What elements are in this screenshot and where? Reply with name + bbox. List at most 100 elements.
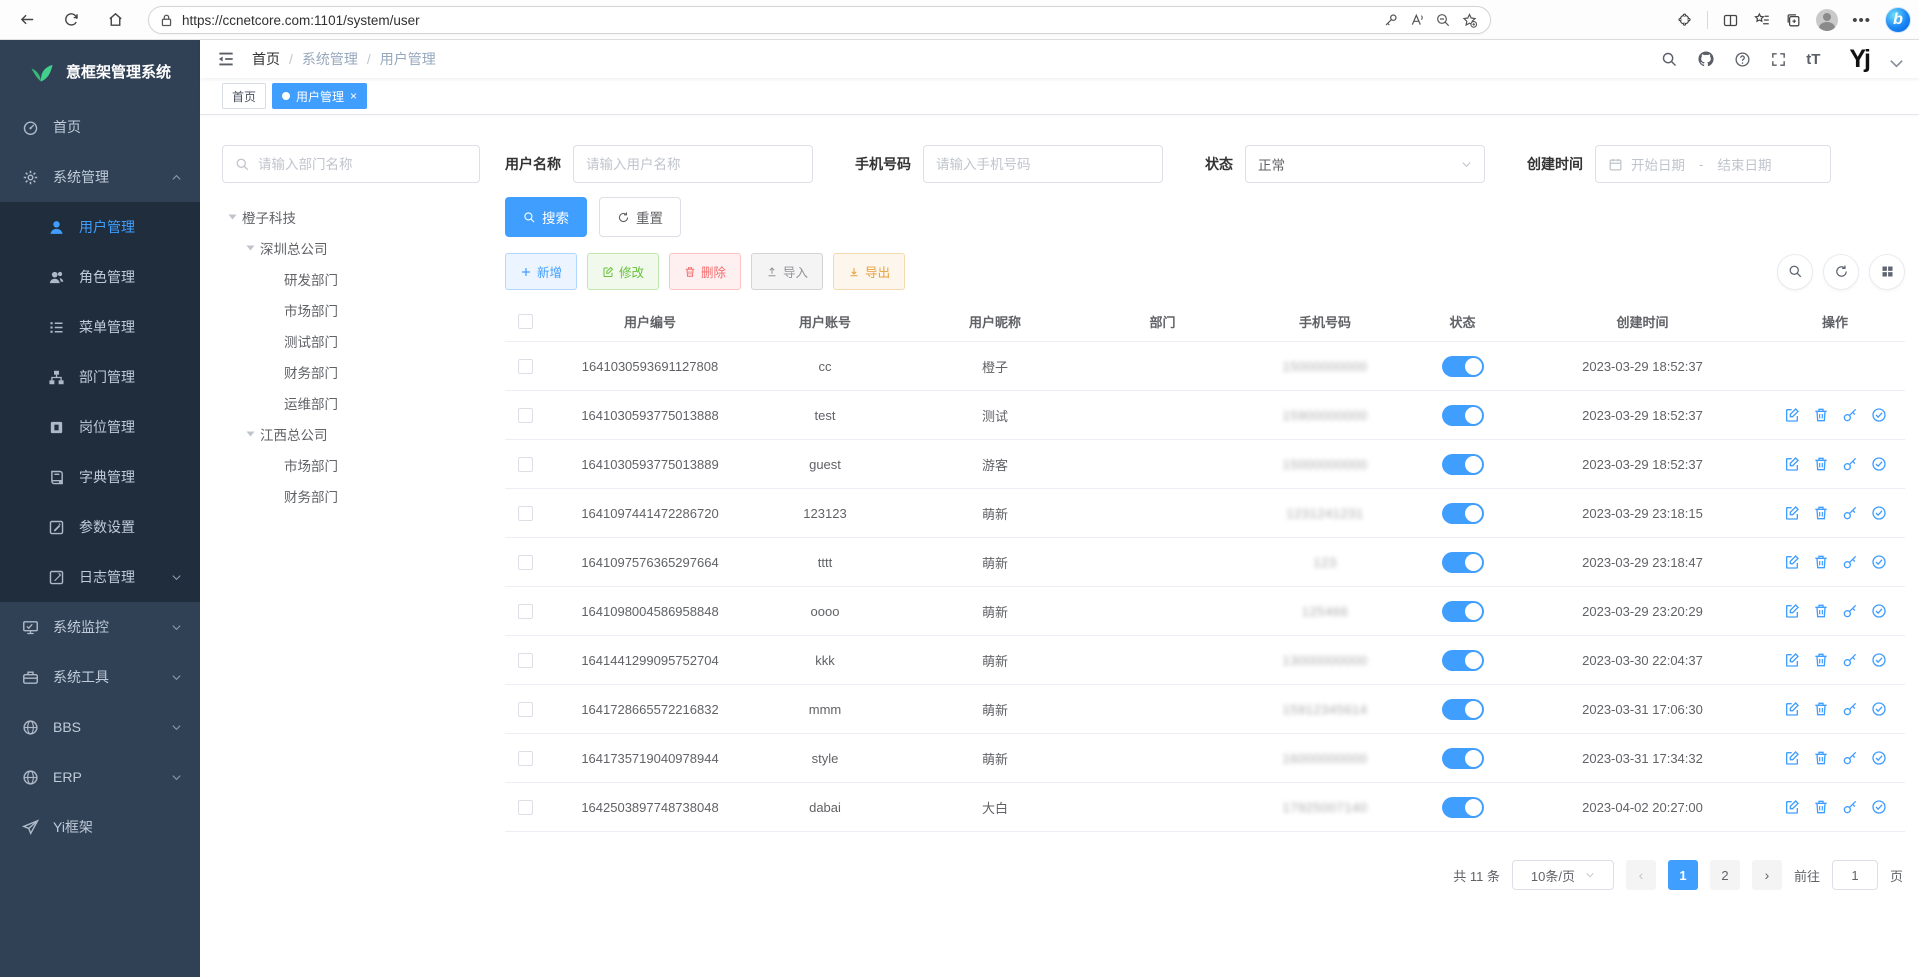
assign-role-icon[interactable] xyxy=(1871,505,1887,521)
delete-button[interactable]: 删除 xyxy=(669,253,741,290)
sidebar-item-system[interactable]: 系统管理 xyxy=(0,152,200,202)
dept-search-input[interactable] xyxy=(258,157,467,172)
close-icon[interactable] xyxy=(350,89,357,103)
browser-back-button[interactable] xyxy=(10,5,44,35)
delete-icon[interactable] xyxy=(1813,750,1829,766)
delete-icon[interactable] xyxy=(1813,407,1829,423)
status-toggle[interactable] xyxy=(1442,454,1484,475)
bing-copilot-icon[interactable]: b xyxy=(1885,7,1911,33)
assign-role-icon[interactable] xyxy=(1871,799,1887,815)
tree-node[interactable]: 深圳总公司 xyxy=(222,232,480,263)
assign-role-icon[interactable] xyxy=(1871,554,1887,570)
row-checkbox[interactable] xyxy=(518,457,533,472)
edit-icon[interactable] xyxy=(1784,505,1800,521)
table-search-toggle-button[interactable] xyxy=(1777,254,1813,290)
reset-button[interactable]: 重置 xyxy=(599,197,681,237)
row-checkbox[interactable] xyxy=(518,604,533,619)
row-checkbox[interactable] xyxy=(518,800,533,815)
table-row[interactable]: 1641097576365297664 tttt 萌新 123 2023-03-… xyxy=(505,538,1905,587)
table-refresh-button[interactable] xyxy=(1823,254,1859,290)
row-checkbox[interactable] xyxy=(518,408,533,423)
username-field[interactable] xyxy=(573,145,813,183)
status-toggle[interactable] xyxy=(1442,552,1484,573)
reset-password-icon[interactable] xyxy=(1842,456,1858,472)
sidebar-item-menus[interactable]: 菜单管理 xyxy=(0,302,200,352)
status-toggle[interactable] xyxy=(1442,699,1484,720)
tree-node[interactable]: 财务部门 xyxy=(222,480,480,511)
favorite-star-icon[interactable] xyxy=(1461,12,1478,29)
sidebar-item-parameters[interactable]: 参数设置 xyxy=(0,502,200,552)
help-icon[interactable] xyxy=(1734,51,1751,68)
edit-icon[interactable] xyxy=(1784,603,1800,619)
edit-icon[interactable] xyxy=(1784,701,1800,717)
delete-icon[interactable] xyxy=(1813,456,1829,472)
extensions-icon[interactable] xyxy=(1676,12,1693,29)
assign-role-icon[interactable] xyxy=(1871,750,1887,766)
delete-icon[interactable] xyxy=(1813,603,1829,619)
tag-user-management[interactable]: 用户管理 xyxy=(272,83,367,109)
import-button[interactable]: 导入 xyxy=(751,253,823,290)
tree-node[interactable]: 江西总公司 xyxy=(222,418,480,449)
table-row[interactable]: 1641030593691127808 cc 橙子 15000000000 20… xyxy=(505,342,1905,391)
reset-password-icon[interactable] xyxy=(1842,554,1858,570)
font-size-icon[interactable]: tT xyxy=(1806,51,1820,68)
row-checkbox[interactable] xyxy=(518,702,533,717)
address-bar[interactable]: https://ccnetcore.com:1101/system/user xyxy=(148,6,1491,34)
tree-expand-caret[interactable] xyxy=(247,245,255,250)
add-button[interactable]: 新增 xyxy=(505,253,577,290)
split-screen-icon[interactable] xyxy=(1722,12,1739,29)
delete-icon[interactable] xyxy=(1813,505,1829,521)
status-toggle[interactable] xyxy=(1442,650,1484,671)
edit-icon[interactable] xyxy=(1784,799,1800,815)
next-page-button[interactable] xyxy=(1752,860,1782,890)
tree-expand-caret[interactable] xyxy=(229,214,237,219)
table-row[interactable]: 1641728665572216832 mmm 萌新 15912345614 2… xyxy=(505,685,1905,734)
sidebar-item-dictionary[interactable]: 字典管理 xyxy=(0,452,200,502)
tree-expand-caret[interactable] xyxy=(247,431,255,436)
fullscreen-icon[interactable] xyxy=(1770,51,1787,68)
table-row[interactable]: 1641030593775013889 guest 游客 15000000000… xyxy=(505,440,1905,489)
sidebar-item-logs[interactable]: 日志管理 xyxy=(0,552,200,602)
row-checkbox[interactable] xyxy=(518,359,533,374)
assign-role-icon[interactable] xyxy=(1871,652,1887,668)
sidebar-item-posts[interactable]: 岗位管理 xyxy=(0,402,200,452)
assign-role-icon[interactable] xyxy=(1871,407,1887,423)
edit-icon[interactable] xyxy=(1784,652,1800,668)
reset-password-icon[interactable] xyxy=(1842,407,1858,423)
dept-search-box[interactable] xyxy=(222,145,480,183)
sidebar-item-tools[interactable]: 系统工具 xyxy=(0,652,200,702)
table-row[interactable]: 1641735719040978944 style 萌新 16000000000… xyxy=(505,734,1905,783)
sidebar-item-erp[interactable]: ERP xyxy=(0,752,200,802)
app-logo[interactable]: 意框架管理系统 xyxy=(0,40,200,102)
row-checkbox[interactable] xyxy=(518,653,533,668)
username-input[interactable] xyxy=(586,157,800,172)
assign-role-icon[interactable] xyxy=(1871,456,1887,472)
phone-field[interactable] xyxy=(923,145,1163,183)
sidebar-item-bbs[interactable]: BBS xyxy=(0,702,200,752)
column-settings-button[interactable] xyxy=(1869,254,1905,290)
page-button-1[interactable]: 1 xyxy=(1668,860,1698,890)
browser-menu-icon[interactable]: ••• xyxy=(1852,12,1871,29)
date-range-picker[interactable]: 开始日期 - 结束日期 xyxy=(1595,145,1831,183)
delete-icon[interactable] xyxy=(1813,652,1829,668)
phone-input[interactable] xyxy=(936,157,1150,172)
collections-icon[interactable] xyxy=(1785,12,1802,29)
tree-node[interactable]: 测试部门 xyxy=(222,325,480,356)
export-button[interactable]: 导出 xyxy=(833,253,905,290)
status-select[interactable]: 正常 xyxy=(1245,145,1485,183)
page-button-2[interactable]: 2 xyxy=(1710,860,1740,890)
delete-icon[interactable] xyxy=(1813,701,1829,717)
table-row[interactable]: 1641097441472286720 123123 萌新 1231241231… xyxy=(505,489,1905,538)
browser-refresh-button[interactable] xyxy=(54,5,88,35)
modify-button[interactable]: 修改 xyxy=(587,253,659,290)
table-row[interactable]: 1641030593775013888 test 测试 15900000000 … xyxy=(505,391,1905,440)
status-toggle[interactable] xyxy=(1442,748,1484,769)
chevron-down-icon[interactable] xyxy=(1888,55,1905,72)
status-toggle[interactable] xyxy=(1442,797,1484,818)
status-toggle[interactable] xyxy=(1442,601,1484,622)
select-all-checkbox[interactable] xyxy=(518,314,533,329)
tree-node[interactable]: 橙子科技 xyxy=(222,201,480,232)
edit-icon[interactable] xyxy=(1784,750,1800,766)
start-date-placeholder[interactable]: 开始日期 xyxy=(1631,154,1685,174)
table-row[interactable]: 1641441299095752704 kkk 萌新 13000000000 2… xyxy=(505,636,1905,685)
